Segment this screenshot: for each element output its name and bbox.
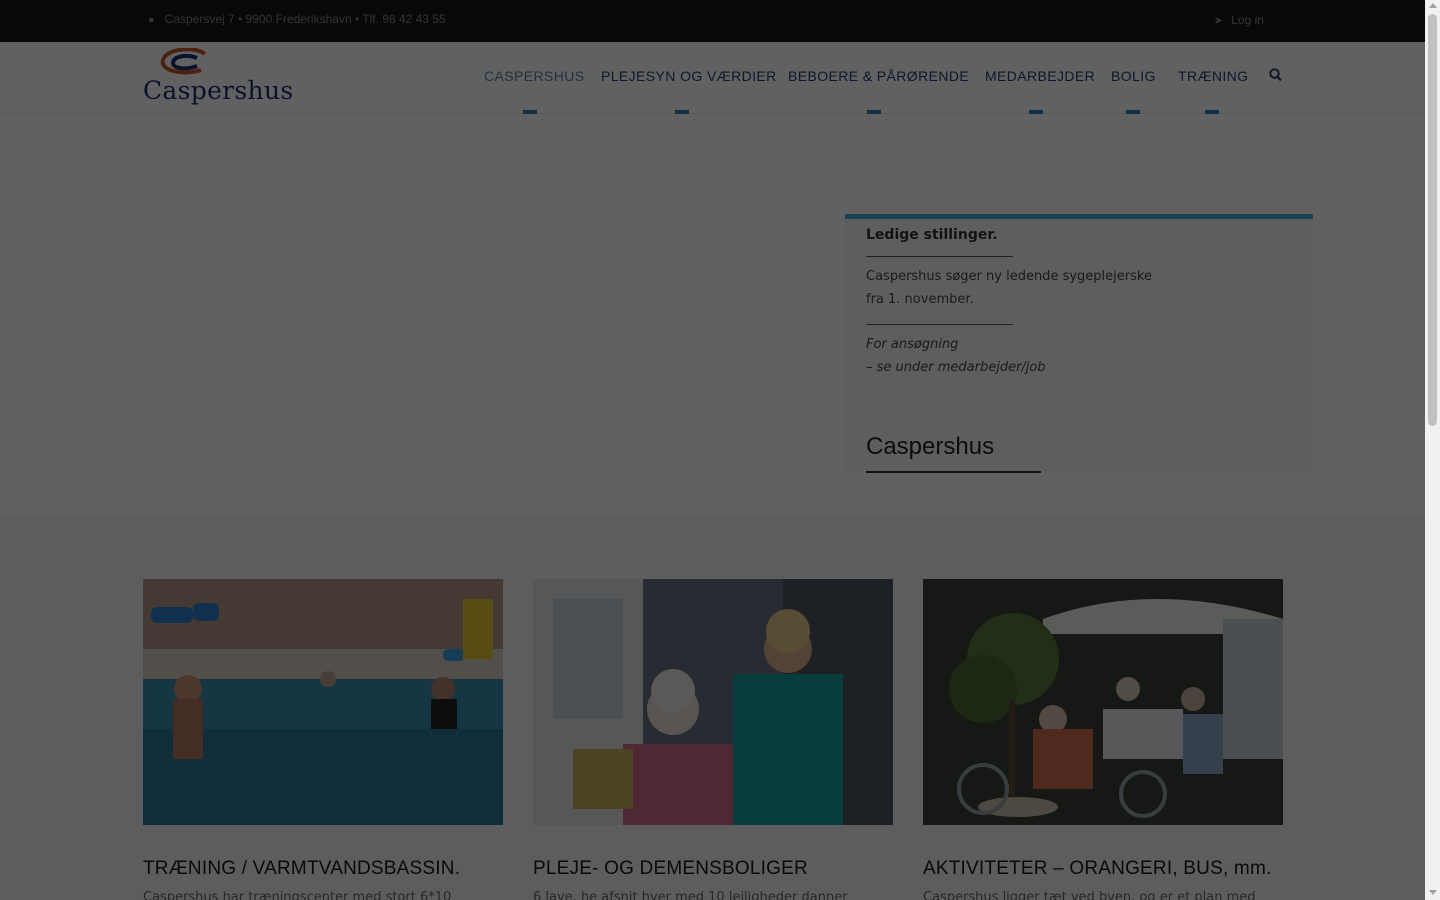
top-bar: ● Caspersvej 7 • 9900 Frederikshavn • Tlf…: [0, 0, 1425, 42]
nav-item-beboere[interactable]: BEBOERE & PÅRØRENDE: [788, 68, 970, 114]
feature-card-pleje[interactable]: PLEJE- OG DEMENSBOLIGER 6 lave, he afsni…: [533, 579, 893, 900]
page-scrollbar[interactable]: [1425, 0, 1440, 900]
care-image-icon: [533, 579, 893, 825]
nav-label: TRÆNING: [1178, 68, 1249, 84]
card-text: 6 lave, he afsnit hver med 10 lejlighede…: [533, 890, 848, 900]
pool-image-icon: [143, 579, 503, 825]
card-title[interactable]: AKTIVITETER – ORANGERI, BUS, mm.: [923, 858, 1283, 880]
nav-label: MEDARBEJDER: [985, 68, 1096, 84]
heading-underline: [866, 471, 1041, 473]
search-button[interactable]: [1269, 68, 1282, 86]
login-label: Log in: [1231, 13, 1264, 27]
feature-card-aktiviteter[interactable]: AKTIVITETER – ORANGERI, BUS, mm. Caspers…: [923, 579, 1283, 900]
nav-item-traening[interactable]: TRÆNING: [1178, 68, 1249, 114]
feature-card-traening[interactable]: TRÆNING / VARMTVANDSBASSIN. Caspershus h…: [143, 579, 503, 900]
map-marker-icon: ●: [148, 14, 155, 26]
notice-line: Caspershus søger ny ledende sygeplejersk…: [866, 269, 1152, 284]
contact-info: ● Caspersvej 7 • 9900 Frederikshavn • Tlf…: [148, 12, 446, 26]
orangery-image-icon: [923, 579, 1283, 825]
nav-item-bolig[interactable]: BOLIG: [1111, 68, 1156, 114]
card-title[interactable]: TRÆNING / VARMTVANDSBASSIN.: [143, 858, 503, 880]
nav-label: PLEJESYN OG VÆRDIER: [601, 68, 777, 84]
site-logo[interactable]: Caspershus: [143, 46, 293, 110]
notice-italic-link[interactable]: – se under medarbejder/job: [866, 356, 1292, 379]
login-link[interactable]: ➤ Log in: [1214, 13, 1264, 27]
nav-item-caspershus[interactable]: CASPERSHUS: [484, 68, 585, 114]
address-text: Caspersvej 7 • 9900 Frederikshavn • Tlf.…: [164, 12, 446, 26]
card-text: Caspershus har træningscenter med stort …: [143, 890, 452, 900]
nav-item-medarbejder[interactable]: MEDARBEJDER: [985, 68, 1096, 114]
card-text: Caspershus ligger tæt ved byen, og er et…: [923, 890, 1256, 900]
hero-section: Ledige stillinger. Caspershus søger ny l…: [0, 114, 1425, 514]
logo-text: Caspershus: [143, 76, 294, 105]
notice-line: fra 1. november.: [866, 292, 974, 307]
card-title[interactable]: PLEJE- OG DEMENSBOLIGER: [533, 858, 893, 880]
job-notice-box: Ledige stillinger. Caspershus søger ny l…: [845, 214, 1313, 473]
notice-italic: For ansøgning: [866, 337, 959, 352]
nav-label: BOLIG: [1111, 68, 1156, 84]
logo-mark-icon: [160, 48, 207, 75]
scrollbar-thumb[interactable]: [1428, 14, 1437, 426]
sign-in-icon: ➤: [1214, 15, 1224, 27]
care-photo[interactable]: [533, 579, 893, 825]
nav-label: CASPERSHUS: [484, 68, 585, 84]
search-icon: [1269, 68, 1282, 82]
scroll-down-icon[interactable]: [1429, 890, 1437, 895]
section-heading: Caspershus: [866, 433, 995, 460]
scroll-up-icon[interactable]: [1429, 3, 1437, 8]
nav-label: BEBOERE & PÅRØRENDE: [788, 68, 970, 84]
divider: [866, 311, 1013, 325]
features-section: TRÆNING / VARMTVANDSBASSIN. Caspershus h…: [0, 514, 1425, 900]
orangery-photo[interactable]: [923, 579, 1283, 825]
nav-item-plejesyn[interactable]: PLEJESYN OG VÆRDIER: [601, 68, 777, 114]
divider: [866, 243, 1013, 257]
main-navigation: Caspershus CASPERSHUS PLEJESYN OG VÆRDIE…: [0, 42, 1425, 114]
pool-photo[interactable]: [143, 579, 503, 825]
notice-title: Ledige stillinger.: [866, 227, 998, 243]
